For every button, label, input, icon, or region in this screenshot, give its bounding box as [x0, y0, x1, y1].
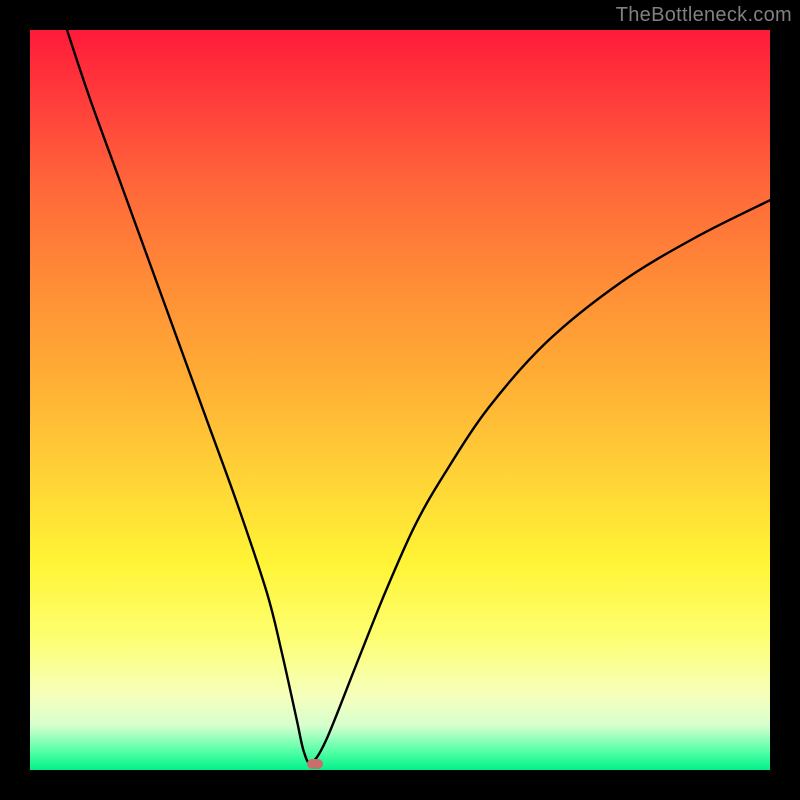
bottleneck-curve-svg	[30, 30, 770, 770]
bottleneck-curve	[67, 30, 770, 763]
chart-plot-area	[30, 30, 770, 770]
watermark-text: TheBottleneck.com	[616, 4, 792, 27]
stage: TheBottleneck.com	[0, 0, 800, 800]
selected-point-marker	[307, 759, 323, 769]
